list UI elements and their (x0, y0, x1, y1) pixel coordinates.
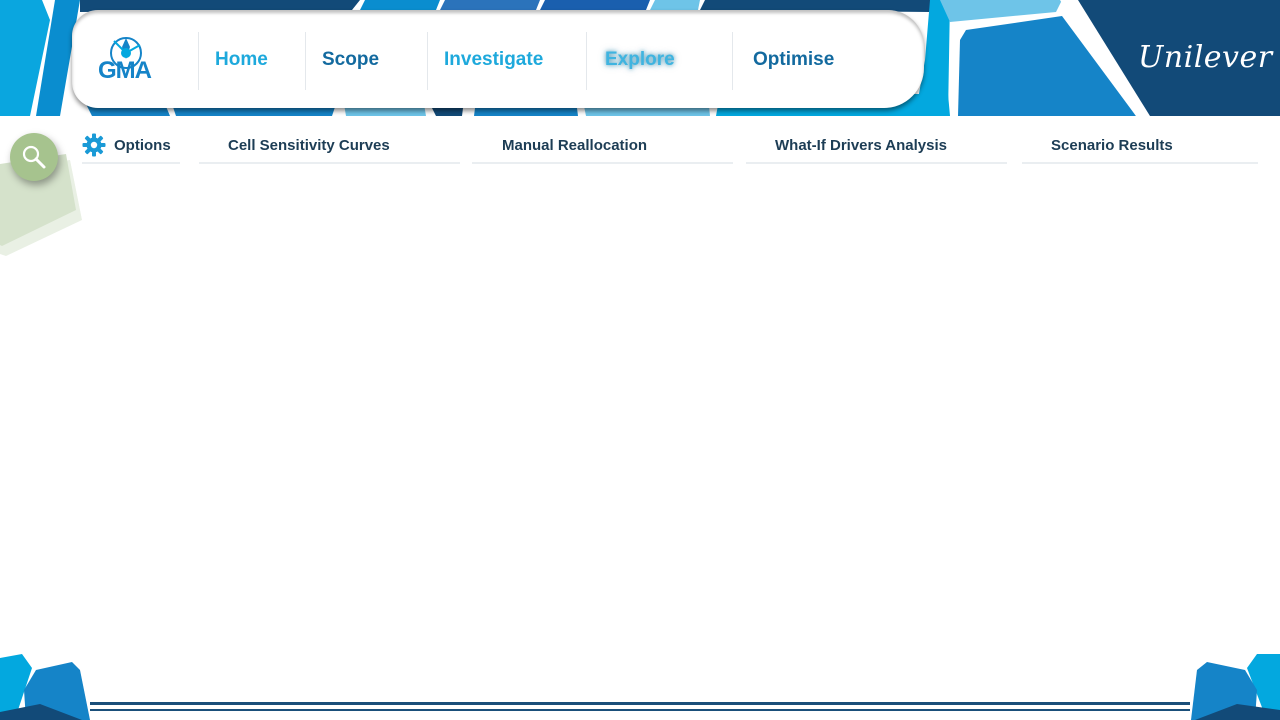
footer-divider (90, 709, 1190, 711)
tab-scenario-results[interactable]: Scenario Results (1022, 128, 1258, 164)
footer-left-corner-decoration (0, 654, 90, 720)
nav-separator (305, 32, 306, 90)
nav-separator (198, 32, 199, 90)
tab-cell-sensitivity-curves[interactable]: Cell Sensitivity Curves (199, 128, 460, 164)
nav-home[interactable]: Home (215, 48, 268, 72)
nav-separator (427, 32, 428, 90)
logo-text: GMA (98, 57, 152, 84)
tab-manual-reallocation[interactable]: Manual Reallocation (472, 128, 733, 164)
unilever-brand-logo: Unilever (1138, 40, 1273, 75)
tab-label: What-If Drivers Analysis (775, 137, 947, 154)
options-tab[interactable]: Options (82, 128, 180, 164)
search-icon (22, 145, 46, 169)
nav-investigate[interactable]: Investigate (444, 48, 543, 72)
search-button[interactable] (10, 133, 58, 181)
nav-separator (732, 32, 733, 90)
options-label: Options (114, 137, 171, 154)
nav-optimise[interactable]: Optimise (753, 48, 834, 72)
tab-label: Cell Sensitivity Curves (228, 137, 390, 154)
footer-right-corner-decoration (1191, 654, 1280, 720)
footer-divider (90, 702, 1190, 705)
nav-explore[interactable]: Explore (605, 48, 675, 72)
nav-scope[interactable]: Scope (322, 48, 379, 72)
tab-what-if-drivers-analysis[interactable]: What-If Drivers Analysis (746, 128, 1007, 164)
tab-label: Scenario Results (1051, 137, 1173, 154)
nav-separator (586, 32, 587, 90)
tab-label: Manual Reallocation (502, 137, 648, 154)
